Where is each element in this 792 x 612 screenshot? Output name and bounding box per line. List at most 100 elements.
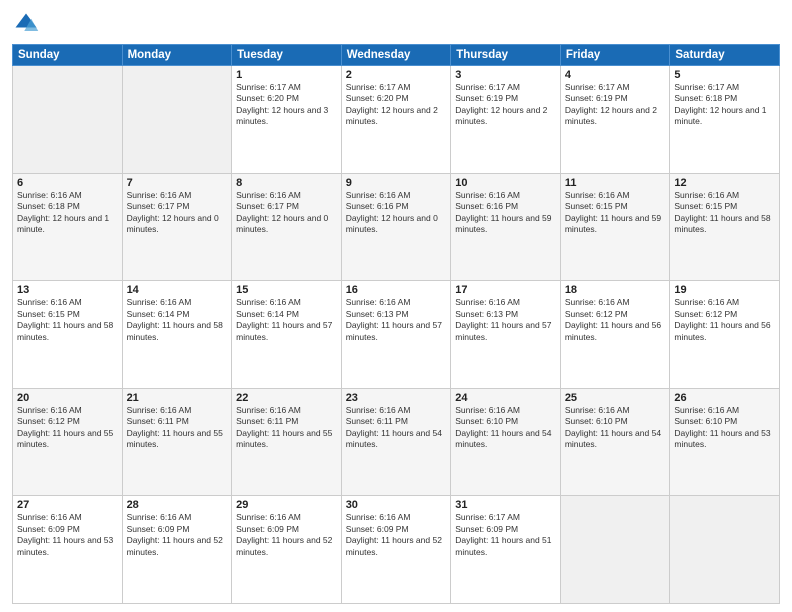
day-info: Sunrise: 6:16 AM Sunset: 6:15 PM Dayligh… (17, 297, 118, 343)
calendar-cell: 19Sunrise: 6:16 AM Sunset: 6:12 PM Dayli… (670, 281, 780, 389)
day-info: Sunrise: 6:16 AM Sunset: 6:15 PM Dayligh… (565, 190, 666, 236)
calendar-cell: 9Sunrise: 6:16 AM Sunset: 6:16 PM Daylig… (341, 173, 451, 281)
calendar-cell: 16Sunrise: 6:16 AM Sunset: 6:13 PM Dayli… (341, 281, 451, 389)
day-info: Sunrise: 6:16 AM Sunset: 6:10 PM Dayligh… (565, 405, 666, 451)
calendar-cell: 18Sunrise: 6:16 AM Sunset: 6:12 PM Dayli… (560, 281, 670, 389)
day-number: 3 (455, 69, 556, 81)
day-info: Sunrise: 6:16 AM Sunset: 6:12 PM Dayligh… (17, 405, 118, 451)
header (12, 10, 780, 38)
calendar-cell: 24Sunrise: 6:16 AM Sunset: 6:10 PM Dayli… (451, 388, 561, 496)
calendar: SundayMondayTuesdayWednesdayThursdayFrid… (12, 44, 780, 604)
weekday-header-row: SundayMondayTuesdayWednesdayThursdayFrid… (13, 45, 780, 66)
calendar-cell: 17Sunrise: 6:16 AM Sunset: 6:13 PM Dayli… (451, 281, 561, 389)
calendar-cell: 29Sunrise: 6:16 AM Sunset: 6:09 PM Dayli… (232, 496, 342, 604)
weekday-header-monday: Monday (122, 45, 232, 66)
week-row-1: 1Sunrise: 6:17 AM Sunset: 6:20 PM Daylig… (13, 66, 780, 174)
calendar-cell: 7Sunrise: 6:16 AM Sunset: 6:17 PM Daylig… (122, 173, 232, 281)
day-number: 10 (455, 177, 556, 189)
calendar-cell: 28Sunrise: 6:16 AM Sunset: 6:09 PM Dayli… (122, 496, 232, 604)
day-info: Sunrise: 6:16 AM Sunset: 6:11 PM Dayligh… (346, 405, 447, 451)
day-number: 9 (346, 177, 447, 189)
day-info: Sunrise: 6:16 AM Sunset: 6:17 PM Dayligh… (236, 190, 337, 236)
calendar-cell: 20Sunrise: 6:16 AM Sunset: 6:12 PM Dayli… (13, 388, 123, 496)
calendar-cell: 31Sunrise: 6:17 AM Sunset: 6:09 PM Dayli… (451, 496, 561, 604)
calendar-cell: 2Sunrise: 6:17 AM Sunset: 6:20 PM Daylig… (341, 66, 451, 174)
day-info: Sunrise: 6:17 AM Sunset: 6:20 PM Dayligh… (236, 82, 337, 128)
day-info: Sunrise: 6:17 AM Sunset: 6:18 PM Dayligh… (674, 82, 775, 128)
calendar-cell: 5Sunrise: 6:17 AM Sunset: 6:18 PM Daylig… (670, 66, 780, 174)
day-number: 2 (346, 69, 447, 81)
calendar-cell (560, 496, 670, 604)
day-number: 20 (17, 392, 118, 404)
weekday-header-tuesday: Tuesday (232, 45, 342, 66)
week-row-4: 20Sunrise: 6:16 AM Sunset: 6:12 PM Dayli… (13, 388, 780, 496)
day-number: 7 (127, 177, 228, 189)
weekday-header-thursday: Thursday (451, 45, 561, 66)
day-number: 19 (674, 284, 775, 296)
day-info: Sunrise: 6:16 AM Sunset: 6:09 PM Dayligh… (346, 512, 447, 558)
calendar-cell: 12Sunrise: 6:16 AM Sunset: 6:15 PM Dayli… (670, 173, 780, 281)
calendar-cell: 26Sunrise: 6:16 AM Sunset: 6:10 PM Dayli… (670, 388, 780, 496)
calendar-cell: 30Sunrise: 6:16 AM Sunset: 6:09 PM Dayli… (341, 496, 451, 604)
day-info: Sunrise: 6:16 AM Sunset: 6:18 PM Dayligh… (17, 190, 118, 236)
day-info: Sunrise: 6:16 AM Sunset: 6:09 PM Dayligh… (17, 512, 118, 558)
day-number: 5 (674, 69, 775, 81)
calendar-cell: 15Sunrise: 6:16 AM Sunset: 6:14 PM Dayli… (232, 281, 342, 389)
day-number: 27 (17, 499, 118, 511)
day-number: 8 (236, 177, 337, 189)
day-info: Sunrise: 6:16 AM Sunset: 6:11 PM Dayligh… (236, 405, 337, 451)
day-info: Sunrise: 6:17 AM Sunset: 6:19 PM Dayligh… (565, 82, 666, 128)
weekday-header-wednesday: Wednesday (341, 45, 451, 66)
week-row-2: 6Sunrise: 6:16 AM Sunset: 6:18 PM Daylig… (13, 173, 780, 281)
day-info: Sunrise: 6:16 AM Sunset: 6:13 PM Dayligh… (455, 297, 556, 343)
day-number: 22 (236, 392, 337, 404)
calendar-cell: 25Sunrise: 6:16 AM Sunset: 6:10 PM Dayli… (560, 388, 670, 496)
day-number: 15 (236, 284, 337, 296)
week-row-3: 13Sunrise: 6:16 AM Sunset: 6:15 PM Dayli… (13, 281, 780, 389)
calendar-cell (13, 66, 123, 174)
calendar-cell: 6Sunrise: 6:16 AM Sunset: 6:18 PM Daylig… (13, 173, 123, 281)
calendar-cell: 27Sunrise: 6:16 AM Sunset: 6:09 PM Dayli… (13, 496, 123, 604)
day-number: 14 (127, 284, 228, 296)
weekday-header-friday: Friday (560, 45, 670, 66)
calendar-cell: 14Sunrise: 6:16 AM Sunset: 6:14 PM Dayli… (122, 281, 232, 389)
day-info: Sunrise: 6:17 AM Sunset: 6:20 PM Dayligh… (346, 82, 447, 128)
day-number: 26 (674, 392, 775, 404)
calendar-cell: 10Sunrise: 6:16 AM Sunset: 6:16 PM Dayli… (451, 173, 561, 281)
day-number: 31 (455, 499, 556, 511)
logo-icon (12, 10, 40, 38)
day-info: Sunrise: 6:16 AM Sunset: 6:14 PM Dayligh… (127, 297, 228, 343)
calendar-cell (122, 66, 232, 174)
day-number: 28 (127, 499, 228, 511)
calendar-cell: 4Sunrise: 6:17 AM Sunset: 6:19 PM Daylig… (560, 66, 670, 174)
day-number: 4 (565, 69, 666, 81)
day-info: Sunrise: 6:16 AM Sunset: 6:12 PM Dayligh… (674, 297, 775, 343)
calendar-cell: 21Sunrise: 6:16 AM Sunset: 6:11 PM Dayli… (122, 388, 232, 496)
week-row-5: 27Sunrise: 6:16 AM Sunset: 6:09 PM Dayli… (13, 496, 780, 604)
day-info: Sunrise: 6:16 AM Sunset: 6:16 PM Dayligh… (455, 190, 556, 236)
day-number: 13 (17, 284, 118, 296)
weekday-header-sunday: Sunday (13, 45, 123, 66)
day-info: Sunrise: 6:16 AM Sunset: 6:09 PM Dayligh… (236, 512, 337, 558)
day-number: 23 (346, 392, 447, 404)
day-number: 25 (565, 392, 666, 404)
calendar-cell: 1Sunrise: 6:17 AM Sunset: 6:20 PM Daylig… (232, 66, 342, 174)
calendar-cell: 8Sunrise: 6:16 AM Sunset: 6:17 PM Daylig… (232, 173, 342, 281)
day-info: Sunrise: 6:16 AM Sunset: 6:10 PM Dayligh… (674, 405, 775, 451)
day-number: 21 (127, 392, 228, 404)
calendar-cell: 11Sunrise: 6:16 AM Sunset: 6:15 PM Dayli… (560, 173, 670, 281)
day-number: 12 (674, 177, 775, 189)
day-number: 16 (346, 284, 447, 296)
day-info: Sunrise: 6:16 AM Sunset: 6:12 PM Dayligh… (565, 297, 666, 343)
day-number: 6 (17, 177, 118, 189)
day-info: Sunrise: 6:16 AM Sunset: 6:09 PM Dayligh… (127, 512, 228, 558)
day-number: 24 (455, 392, 556, 404)
day-info: Sunrise: 6:17 AM Sunset: 6:09 PM Dayligh… (455, 512, 556, 558)
logo (12, 10, 44, 38)
day-number: 18 (565, 284, 666, 296)
day-number: 29 (236, 499, 337, 511)
calendar-cell: 22Sunrise: 6:16 AM Sunset: 6:11 PM Dayli… (232, 388, 342, 496)
weekday-header-saturday: Saturday (670, 45, 780, 66)
day-number: 30 (346, 499, 447, 511)
day-info: Sunrise: 6:16 AM Sunset: 6:17 PM Dayligh… (127, 190, 228, 236)
